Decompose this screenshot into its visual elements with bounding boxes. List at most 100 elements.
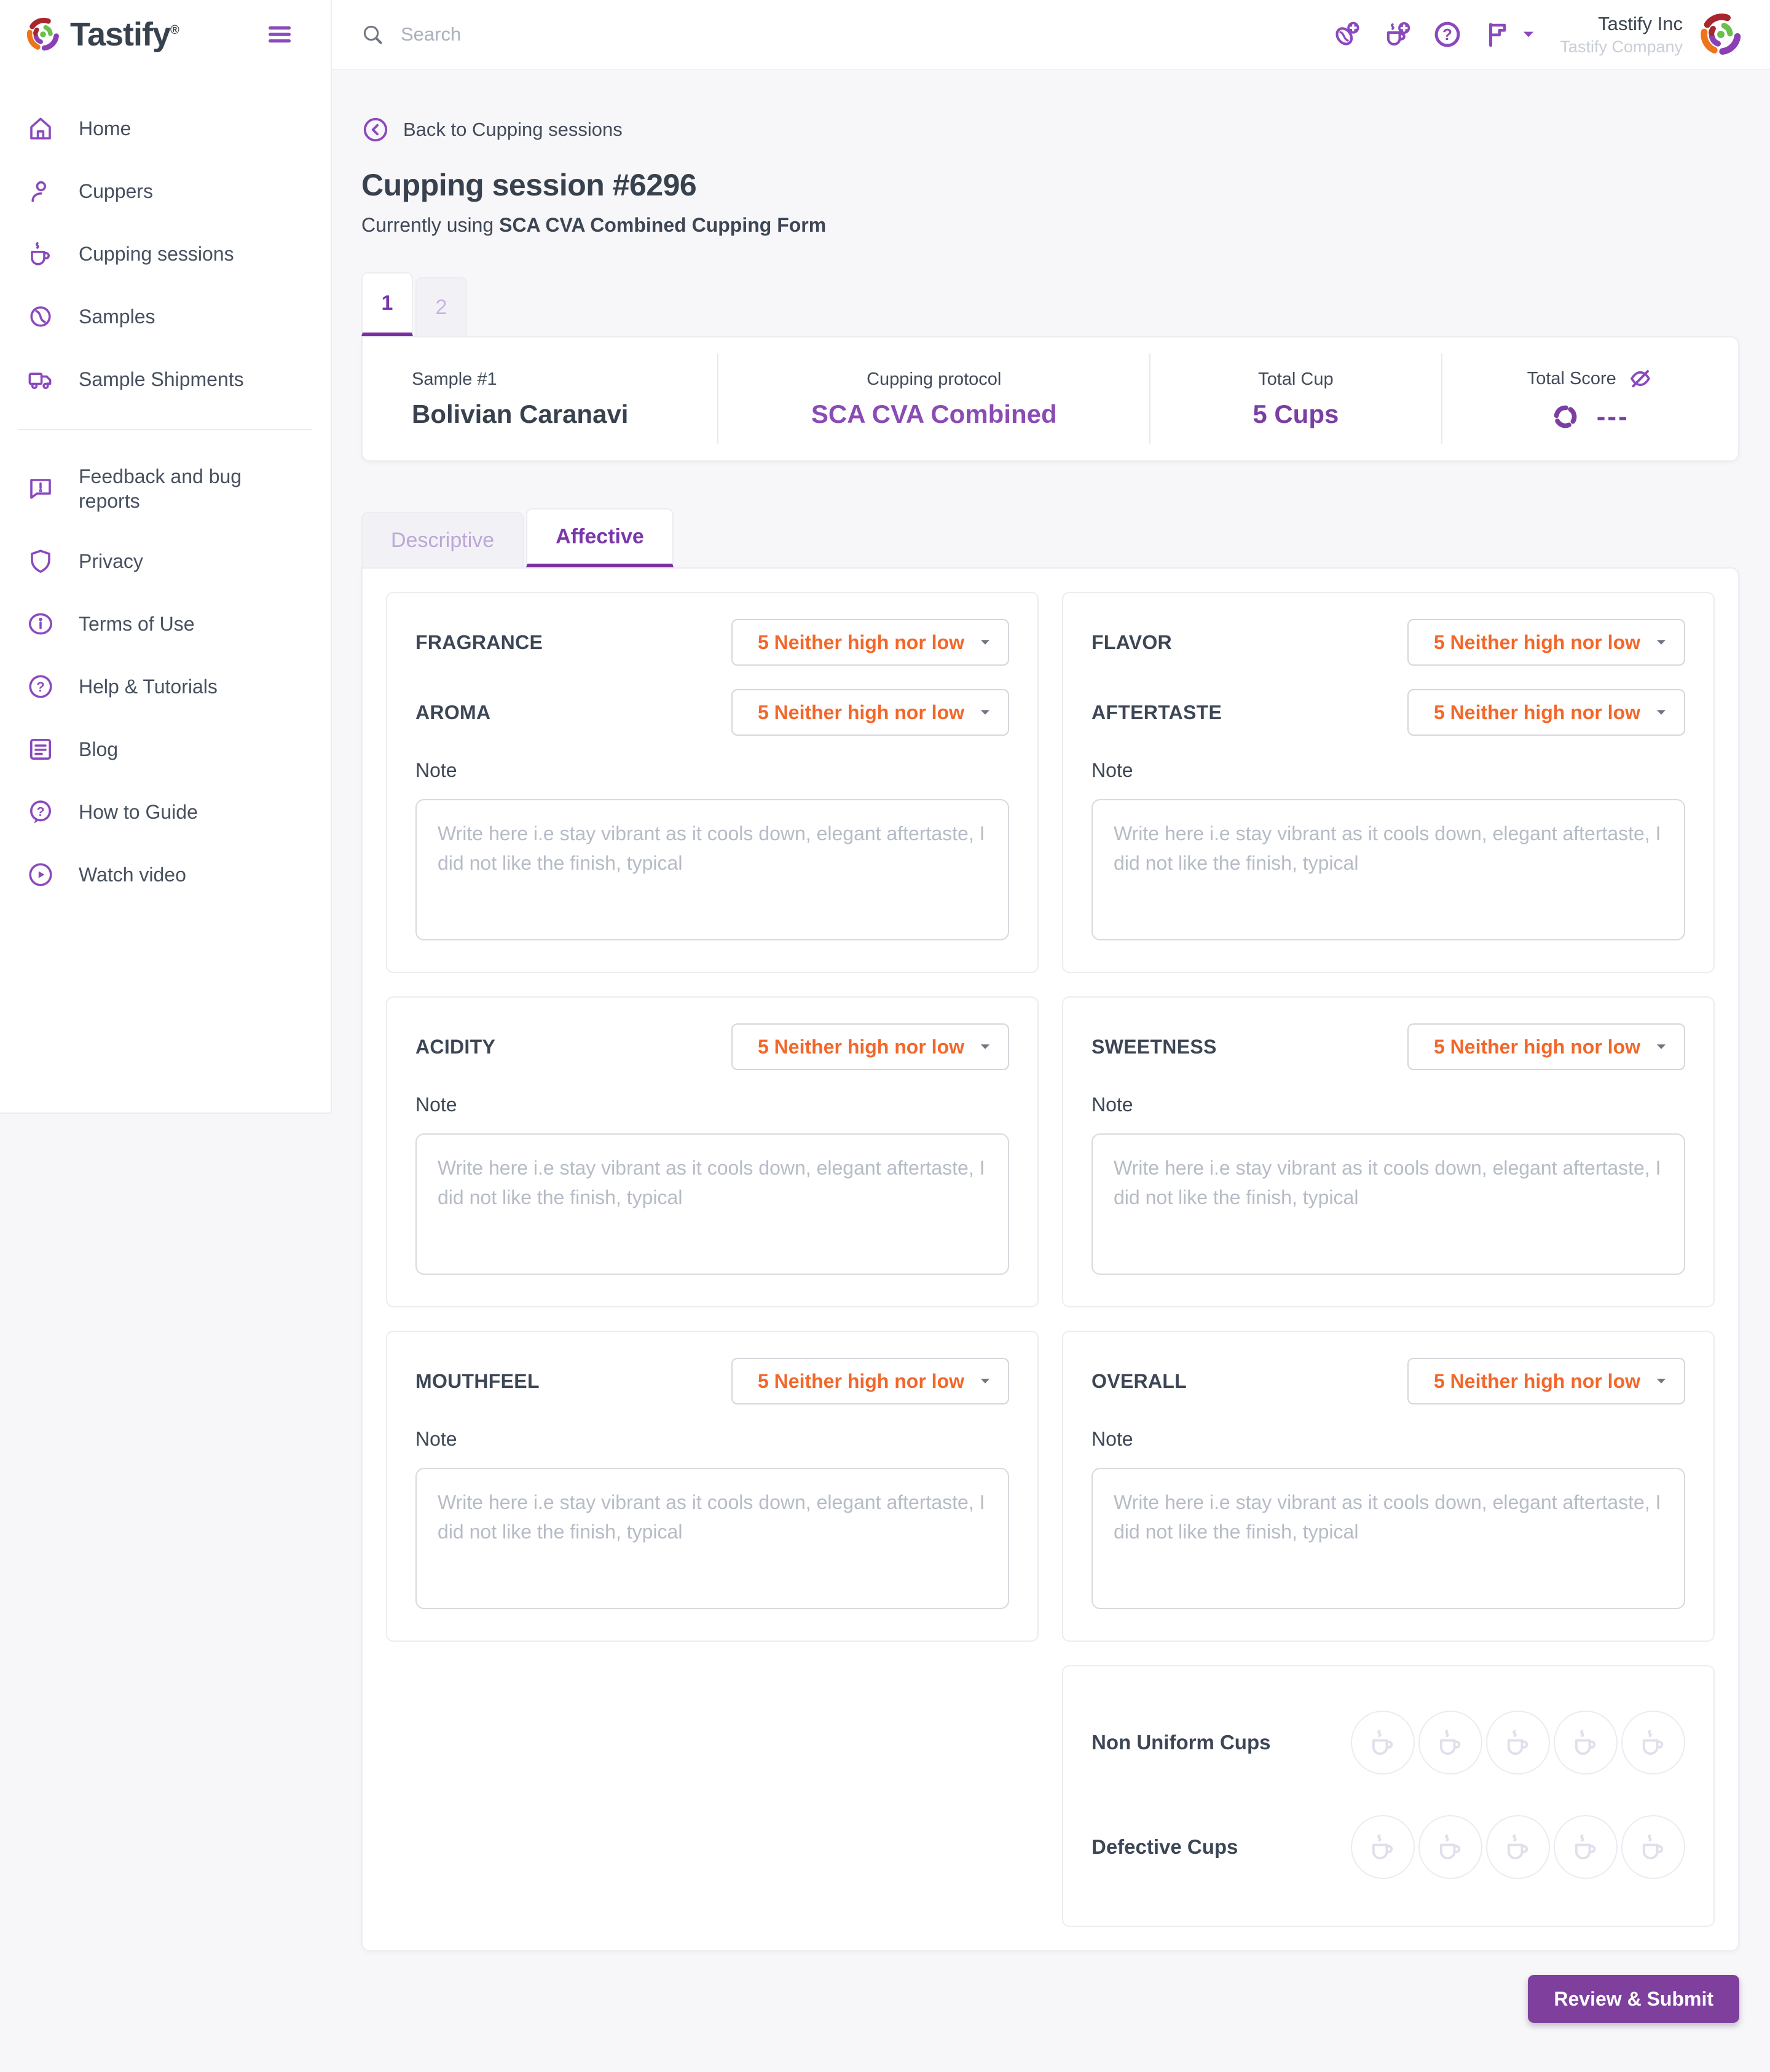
sweetness-note-textarea[interactable]: [1092, 1133, 1685, 1275]
defective-cups-cup-3[interactable]: [1486, 1815, 1550, 1879]
search-input[interactable]: [399, 23, 830, 46]
acidity-select-value: 5 Neither high nor low: [757, 1035, 964, 1058]
sidebar-item-privacy[interactable]: Privacy: [0, 530, 331, 593]
add-sample-button[interactable]: [1331, 19, 1362, 50]
svg-text:?: ?: [37, 805, 45, 819]
sample-tab-2[interactable]: 2: [415, 277, 467, 336]
fragrance-select[interactable]: 5 Neither high nor low: [731, 619, 1009, 666]
cup-icon: [1434, 1727, 1466, 1759]
summary-total-cup: Total Cup 5 Cups: [1149, 353, 1441, 444]
aftertaste-label: AFTERTASTE: [1092, 701, 1222, 723]
sweetness-select[interactable]: 5 Neither high nor low: [1407, 1023, 1685, 1070]
sidebar-item-blog[interactable]: Blog: [0, 718, 331, 781]
defective-cups-cup-1[interactable]: [1351, 1815, 1415, 1879]
aroma-select[interactable]: 5 Neither high nor low: [731, 689, 1009, 736]
back-arrow-icon: [361, 116, 390, 144]
sidebar-item-help-tutorials[interactable]: ? Help & Tutorials: [0, 655, 331, 718]
sidebar-header: Tastify®: [0, 0, 331, 69]
sidebar-item-how-to-guide[interactable]: ? How to Guide: [0, 781, 331, 843]
caret-down-icon: [977, 704, 993, 720]
help-button[interactable]: ?: [1432, 19, 1463, 50]
sidebar-item-label: Privacy: [79, 550, 143, 572]
sample-label: Sample #1: [412, 369, 497, 389]
overall-select[interactable]: 5 Neither high nor low: [1407, 1358, 1685, 1404]
sidebar-item-home[interactable]: Home: [0, 97, 331, 160]
sidebar-item-label: Cuppers: [79, 180, 153, 202]
company-avatar[interactable]: [1696, 10, 1745, 59]
sample-tab-1[interactable]: 1: [361, 272, 413, 336]
defective-cups-cup-4[interactable]: [1554, 1815, 1618, 1879]
mouthfeel-note-textarea[interactable]: [415, 1468, 1009, 1609]
eye-off-icon[interactable]: [1627, 366, 1653, 392]
cupping-form-name: SCA CVA Combined Cupping Form: [499, 214, 827, 236]
caret-down-icon: [1519, 25, 1538, 44]
svg-text:?: ?: [1442, 25, 1452, 44]
add-cupping-session-button[interactable]: [1382, 19, 1412, 50]
sidebar-item-feedback-and-bug-reports[interactable]: Feedback and bug reports: [0, 447, 331, 530]
sidebar-item-label: Samples: [79, 305, 155, 328]
acidity-row: ACIDITY 5 Neither high nor low: [415, 1023, 1009, 1070]
sidebar-item-label: Watch video: [79, 864, 186, 886]
cup-icon: [1570, 1831, 1602, 1863]
language-flag-button[interactable]: [1482, 19, 1538, 50]
shield-icon: [26, 546, 55, 576]
sample-name: Bolivian Caranavi: [412, 399, 629, 428]
blog-icon: [26, 735, 55, 764]
defective-cups-row: Defective Cups: [1092, 1815, 1685, 1879]
non-uniform-cups-cup-3[interactable]: [1486, 1711, 1550, 1775]
app-root: Tastify® Home Cuppers Cupping sessions Samp…: [0, 0, 1770, 2072]
acidity-select[interactable]: 5 Neither high nor low: [731, 1023, 1009, 1070]
help-circle-icon: ?: [1432, 19, 1463, 50]
form-tabs: Descriptive Affective: [361, 508, 1739, 567]
acidity-note-textarea[interactable]: [415, 1133, 1009, 1275]
aroma-row: AROMA 5 Neither high nor low: [415, 689, 1009, 736]
flavor-select[interactable]: 5 Neither high nor low: [1407, 619, 1685, 666]
acidity-label: ACIDITY: [415, 1035, 496, 1058]
protocol-label: Cupping protocol: [867, 369, 1002, 389]
defective-cups-cup-5[interactable]: [1621, 1815, 1685, 1879]
tab-descriptive[interactable]: Descriptive: [361, 512, 524, 567]
company-subtitle: Tastify Company: [1560, 37, 1683, 56]
mouthfeel-select-value: 5 Neither high nor low: [757, 1369, 964, 1392]
caret-down-icon: [1653, 1373, 1669, 1389]
non-uniform-cups-cup-2[interactable]: [1418, 1711, 1482, 1775]
brand-logo[interactable]: Tastify®: [23, 15, 179, 54]
sidebar-item-watch-video[interactable]: Watch video: [0, 843, 331, 906]
feedback-icon: [26, 474, 55, 503]
back-link[interactable]: Back to Cupping sessions: [361, 116, 623, 144]
flavor-aftertaste-note-textarea[interactable]: [1092, 799, 1685, 940]
sweetness-label: SWEETNESS: [1092, 1035, 1217, 1058]
aroma-select-value: 5 Neither high nor low: [757, 701, 964, 723]
sync-icon: [1551, 403, 1579, 431]
hamburger-menu-icon[interactable]: [266, 20, 294, 49]
overall-note-textarea[interactable]: [1092, 1468, 1685, 1609]
sidebar-item-sample-shipments[interactable]: Sample Shipments: [0, 348, 331, 411]
sidebar-item-cupping-sessions[interactable]: Cupping sessions: [0, 223, 331, 285]
submit-row: Review & Submit: [361, 1975, 1739, 2072]
search-icon: [360, 22, 385, 47]
defective-cups-label: Defective Cups: [1092, 1835, 1238, 1858]
non-uniform-cups-cup-1[interactable]: [1351, 1711, 1415, 1775]
non-uniform-cups-cup-4[interactable]: [1554, 1711, 1618, 1775]
company-switcher[interactable]: Tastify Inc Tastify Company: [1560, 13, 1683, 57]
info-circle-icon: [26, 609, 55, 639]
truck-icon: [26, 364, 55, 394]
topbar-actions: ?: [1331, 19, 1538, 50]
aftertaste-select[interactable]: 5 Neither high nor low: [1407, 689, 1685, 736]
sidebar-item-label: Terms of Use: [79, 613, 195, 635]
fragrance-aroma-note-textarea[interactable]: [415, 799, 1009, 940]
non-uniform-cups-row: Non Uniform Cups: [1092, 1711, 1685, 1775]
sidebar-item-cuppers[interactable]: Cuppers: [0, 160, 331, 223]
mouthfeel-select[interactable]: 5 Neither high nor low: [731, 1358, 1009, 1404]
review-submit-button[interactable]: Review & Submit: [1528, 1975, 1739, 2023]
non-uniform-cups-label: Non Uniform Cups: [1092, 1731, 1271, 1754]
svg-text:?: ?: [36, 679, 44, 695]
defective-cups-cup-2[interactable]: [1418, 1815, 1482, 1879]
cup-icon: [1367, 1727, 1399, 1759]
flavor-select-value: 5 Neither high nor low: [1433, 631, 1640, 653]
tab-affective[interactable]: Affective: [526, 508, 674, 567]
sidebar-item-samples[interactable]: Samples: [0, 285, 331, 348]
sidebar-item-terms-of-use[interactable]: Terms of Use: [0, 593, 331, 655]
total-score-label: Total Score: [1527, 368, 1616, 388]
non-uniform-cups-cup-5[interactable]: [1621, 1711, 1685, 1775]
